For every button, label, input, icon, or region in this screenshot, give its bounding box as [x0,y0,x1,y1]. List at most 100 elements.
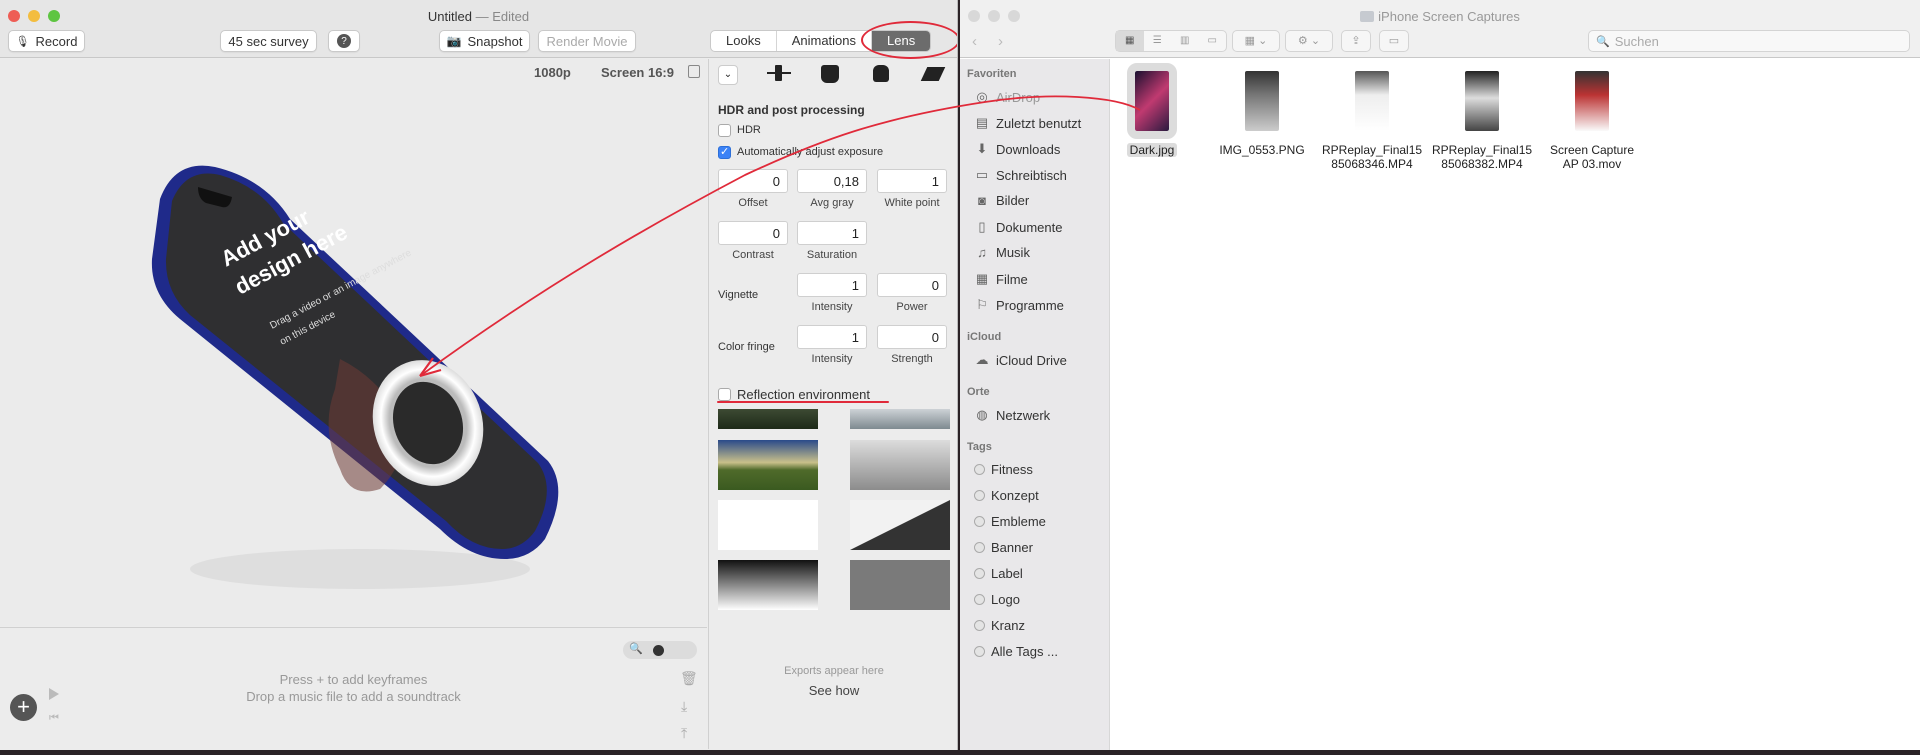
saturation-field[interactable]: 1 [797,221,867,245]
lens-preset-1b-icon [775,65,782,81]
tab-looks[interactable]: Looks [711,31,777,51]
lens-tab-annotation-circle [861,21,957,59]
env-forest-thumb[interactable] [718,409,818,429]
cloud-icon: ☁ [975,352,989,367]
search-field[interactable]: 🔍 Suchen [1588,30,1910,52]
airdrop-icon: ◎ [976,89,988,104]
file-item[interactable]: RPReplay_Final15 85068346.MP4 [1322,71,1422,171]
tag-dot-icon [974,620,985,631]
env-gradient-thumb[interactable] [718,560,818,610]
env-gray-thumb[interactable] [850,560,950,610]
lens-dropdown[interactable]: ⌄ [718,65,738,85]
lens-preset-3-icon[interactable] [873,65,889,82]
offset-field[interactable]: 0 [718,169,788,193]
finder-window: iPhone Screen Captures ‹ › ▦ ☰ ▥ ▭ ▦ ⌄ ⚙… [960,0,1920,750]
sidebar-item-musik[interactable]: ♫ Musik [974,245,1030,260]
sidebar-item-airdrop[interactable]: ◎ AirDrop [974,89,1040,105]
vignette-intensity-field[interactable]: 1 [797,273,867,297]
auto-exposure-checkbox[interactable] [718,145,731,159]
file-item[interactable]: Dark.jpg [1102,63,1202,157]
lens-preset-2-icon[interactable] [821,65,839,83]
reflection-label: Reflection environment [737,387,870,402]
sidebar-tag-1[interactable]: Konzept [974,488,1039,503]
sidebar-item-label: Musik [996,245,1030,260]
applications-icon: ⚐ [976,297,988,312]
sidebar-item-bilder[interactable]: ◙ Bilder [974,193,1029,208]
file-name-line2: AP 03.mov [1562,157,1622,171]
hdr-checkbox[interactable] [718,124,731,137]
sidebar-tag-0[interactable]: Fitness [974,462,1033,477]
env-hall-thumb[interactable] [850,440,950,490]
vignette-power-field[interactable]: 0 [877,273,947,297]
rewind-icon[interactable]: ⏮ [49,712,59,725]
fringe-strength-field[interactable]: 0 [877,325,947,349]
import-icon[interactable]: ⤓ [681,698,687,715]
sidebar-item-dokumente[interactable]: ▯ Dokumente [974,219,1062,235]
sidebar-tag-5[interactable]: Logo [974,592,1020,607]
sidebar-item-network[interactable]: ◍ Netzwerk [974,407,1050,423]
sidebar-item-zuletzt-benutzt[interactable]: ▤ Zuletzt benutzt [974,115,1081,131]
contrast-field[interactable]: 0 [718,221,788,245]
sidebar-item-label: Bilder [996,193,1030,208]
fringe-intensity-label: Intensity [811,353,853,365]
back-button[interactable]: ‹ [972,33,977,50]
white-point-field[interactable]: 1 [877,169,947,193]
share-icon[interactable]: ⇪ [1341,30,1371,52]
snapshot-button[interactable]: 📷 Snapshot [439,30,530,52]
file-item[interactable]: Screen Capture AP 03.mov [1542,71,1642,171]
network-icon: ◍ [976,407,988,422]
env-split-thumb[interactable] [850,500,950,550]
avg-gray-field[interactable]: 0,18 [797,169,867,193]
reflection-checkbox[interactable] [718,388,731,401]
device-canvas[interactable]: 1080p Screen 16:9 Add your design here D… [0,59,707,626]
sidebar-tag-4[interactable]: Label [974,566,1023,581]
reflection-underline [717,401,889,403]
fringe-intensity-field[interactable]: 1 [797,325,867,349]
render-movie-button[interactable]: Render Movie [538,30,636,52]
sidebar-tag-7[interactable]: Alle Tags ... [974,644,1058,659]
record-button[interactable]: 🎙 Record [8,30,85,52]
file-item[interactable]: IMG_0553.PNG [1212,71,1312,157]
sidebar-tag-3[interactable]: Banner [974,540,1033,555]
tag-dot-icon [974,542,985,553]
column-view-button[interactable]: ▥ [1171,31,1199,51]
lens-inspector: ⌄ HDR and post processing HDR Automatica… [708,59,957,749]
list-view-button[interactable]: ☰ [1144,31,1172,51]
export-icon[interactable]: ⤒ [681,725,687,742]
sidebar-tag-2[interactable]: Embleme [974,514,1046,529]
rotato-window: Untitled — Edited 🎙 Record 45 sec survey… [0,0,958,750]
tag-dot-icon [974,568,985,579]
tag-dot-icon [974,516,985,527]
group-button[interactable]: ▦ ⌄ [1232,30,1280,52]
icon-view-button[interactable]: ▦ [1116,31,1144,51]
tag-label: Label [991,566,1023,581]
zoom-knob[interactable] [653,645,664,656]
file-item[interactable]: RPReplay_Final15 85068382.MP4 [1432,71,1532,171]
sidebar-item-filme[interactable]: ▦ Filme [974,271,1028,287]
timeline[interactable]: 🔍 + ⏮ Press + to add keyframes Drop a mu… [0,627,707,750]
sidebar-item-schreibtisch[interactable]: ▭ Schreibtisch [974,167,1067,183]
sidebar-item-downloads[interactable]: ⬇ Downloads [974,141,1061,157]
tab-animations[interactable]: Animations [777,31,873,51]
lens-preset-4-icon[interactable] [920,67,946,81]
env-white-thumb[interactable] [718,500,818,550]
tag-dot-icon [974,594,985,605]
see-how-link[interactable]: See how [709,683,957,698]
sidebar-item-icloud-drive[interactable]: ☁ iCloud Drive [974,352,1067,368]
action-gear-icon[interactable]: ⚙ ⌄ [1285,30,1333,52]
zoom-slider[interactable]: 🔍 [623,641,697,659]
iphone-mockup[interactable]: Add your design here Drag a video or an … [0,59,707,626]
places-header: Orte [967,386,990,398]
sidebar-item-programme[interactable]: ⚐ Programme [974,297,1064,313]
env-studio-thumb[interactable] [850,409,950,429]
forward-button[interactable]: › [998,33,1003,50]
sidebar-tag-6[interactable]: Kranz [974,618,1025,633]
trash-icon[interactable]: 🗑 [680,670,698,687]
favorites-header: Favoriten [967,68,1017,80]
env-landscape-thumb[interactable] [718,440,818,490]
gallery-view-button[interactable]: ▭ [1199,31,1227,51]
tag-icon[interactable]: ▭ [1379,30,1409,52]
timeline-hint-keyframes: Press + to add keyframes [279,672,428,687]
help-button[interactable]: ? [328,30,360,52]
survey-button[interactable]: 45 sec survey [220,30,317,52]
